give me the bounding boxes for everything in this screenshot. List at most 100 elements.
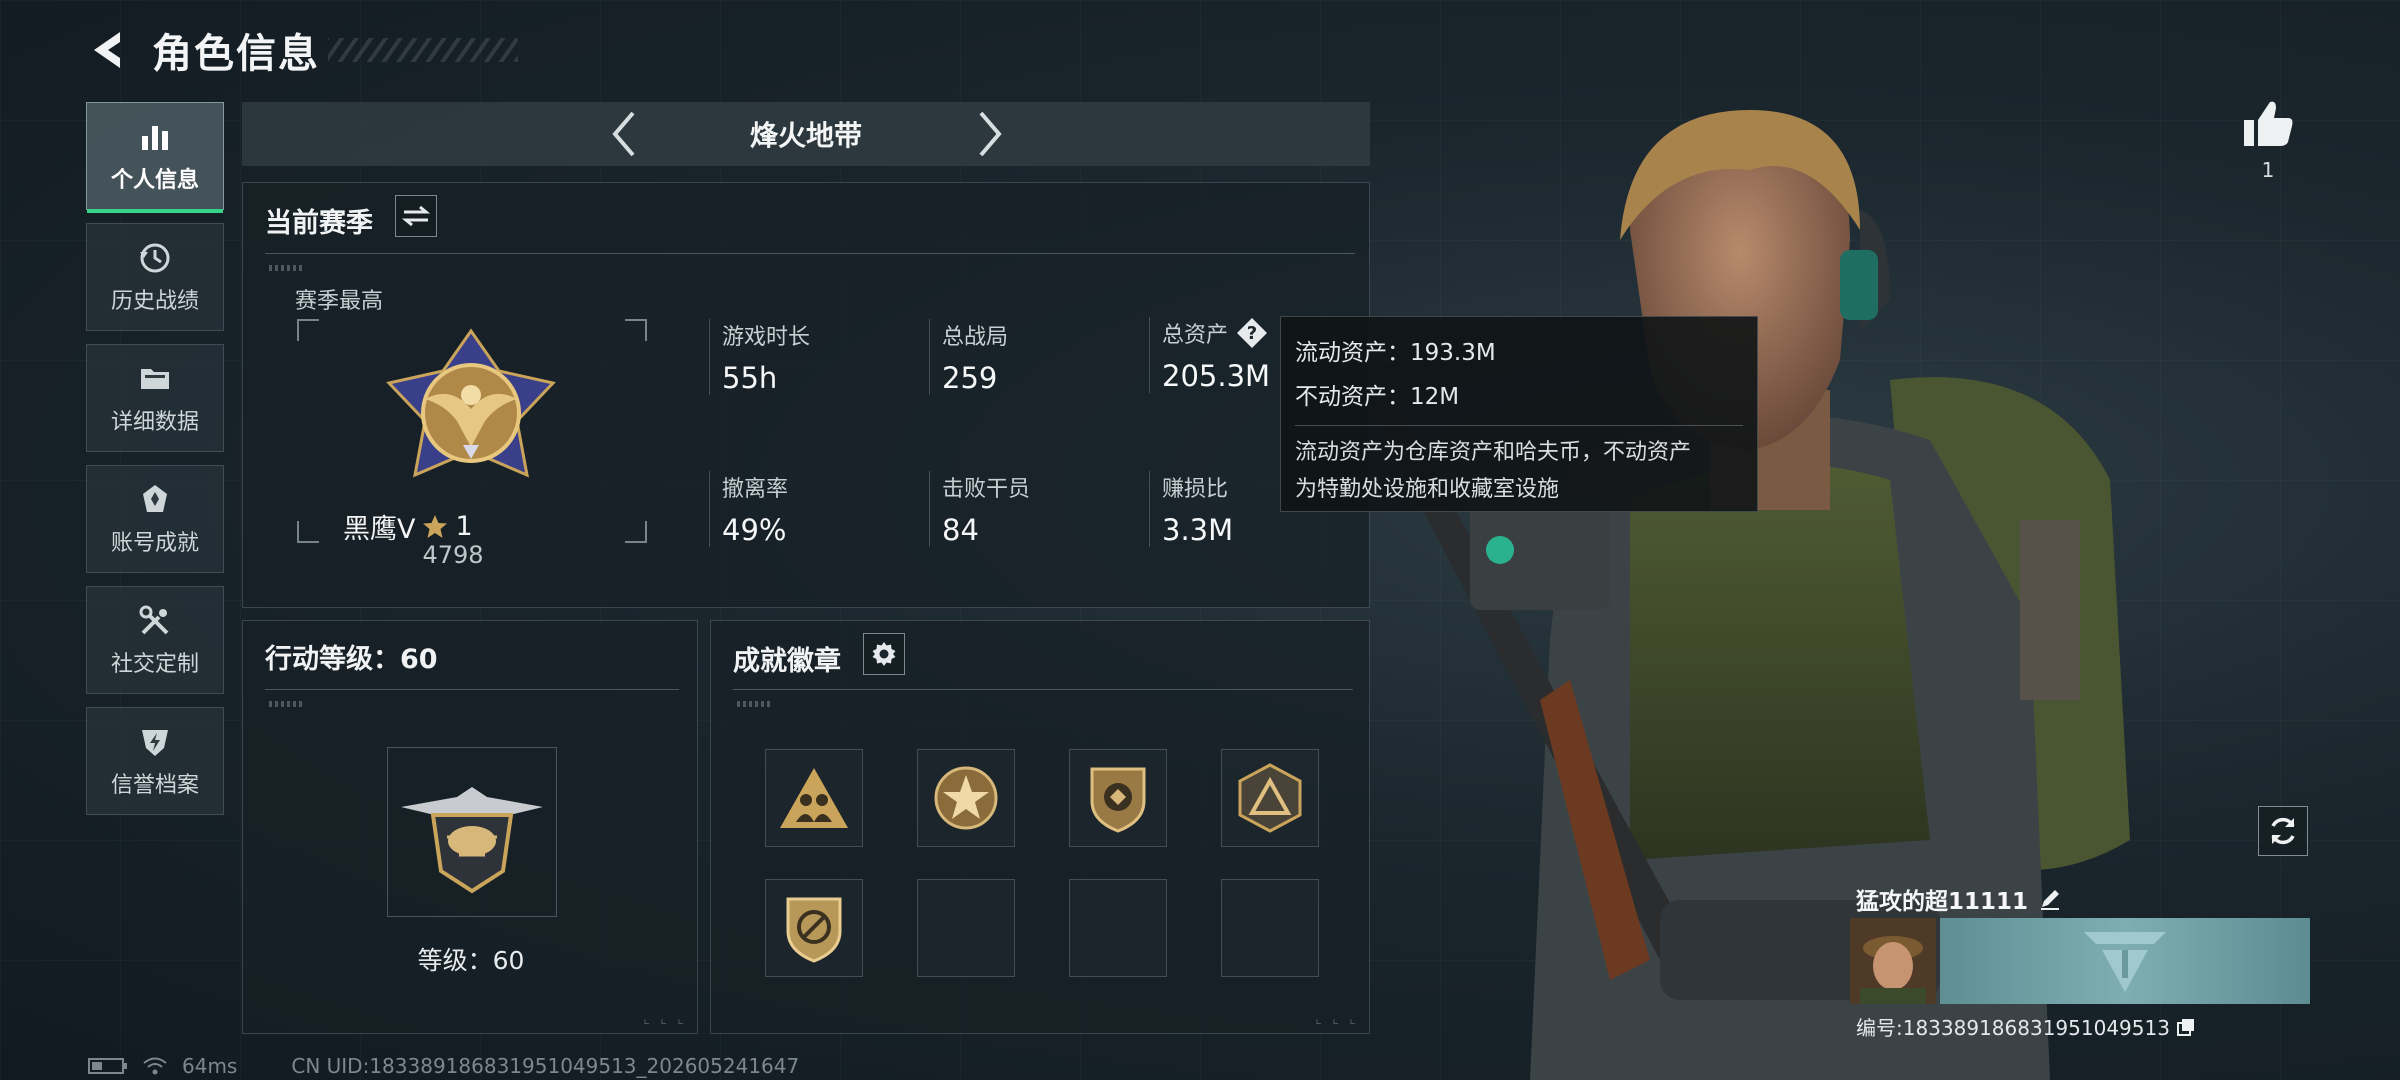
nav-label: 社交定制 [110,652,199,677]
chevron-left-icon [612,111,635,157]
tooltip-liquid-assets: 流动资产：193.3M [1295,340,1496,366]
stat-label: 游戏时长 [722,325,811,350]
nav-label: 账号成就 [110,531,199,556]
badge-slot[interactable] [1221,749,1319,847]
badge-star-icon [934,766,998,830]
season-title: 当前赛季 [265,208,373,239]
decoration [269,265,305,271]
stat-total-matches: 总战局 259 [929,319,1008,395]
stat-label: 总战局 [942,325,1009,350]
stat-label-row: 总资产 ? [1162,317,1270,349]
nav-item-personal-info[interactable]: 个人信息 [86,102,224,213]
back-arrow-icon [94,32,120,68]
player-banner [1940,918,2310,1004]
badge-slot[interactable] [765,749,863,847]
tooltip-desc-line1: 流动资产为仓库资产和哈夫币，不动资产 [1295,440,1692,465]
battery-icon [88,1058,127,1074]
rank-stars: 1 [455,511,473,542]
ping-text: 64ms [182,1054,238,1078]
frame-corner [297,319,319,341]
nav-item-account-achievements[interactable]: 账号成就 [86,465,224,573]
nav-label: 历史战绩 [110,289,199,314]
stat-value: 55h [722,361,778,395]
decoration: ⌞ ⌞ ⌞ [1315,1011,1359,1027]
chevron-right-icon [979,111,1002,157]
status-bar: 64ms CN UID:18338918683195104951​3_20260… [88,1054,799,1078]
rank-emblem-icon [386,328,556,478]
mode-title: 烽火地带 [749,119,862,152]
player-name: 猛攻的超11111 [1856,889,2029,915]
mode-prev-button[interactable] [602,106,646,162]
badge-slot[interactable] [765,879,863,977]
like-button[interactable] [2240,96,2296,152]
badges-panel: 成就徽章 ⌞ ⌞ ⌞ [710,620,1370,1034]
copy-icon[interactable] [2176,1017,2196,1037]
mode-selector: 烽火地带 [242,102,1370,166]
tools-icon [136,602,174,640]
divider [733,689,1353,690]
frame-corner [625,521,647,543]
badge-no-weapon-icon [786,897,842,963]
bar-chart-icon [136,118,174,156]
assets-tooltip: 流动资产：193.3M 不动资产：12M 流动资产为仓库资产和哈夫币，不动资产 … [1280,316,1758,512]
stat-label: 撤离率 [722,477,789,502]
help-icon[interactable]: ? [1236,317,1268,349]
frame-corner [297,521,319,543]
back-button[interactable] [84,28,128,72]
divider [265,253,1355,254]
badge-shield-arrows-icon [1090,767,1146,833]
avatar[interactable] [1850,918,1936,1004]
level-text: 等级：60 [417,946,525,975]
mode-next-button[interactable] [968,106,1012,162]
badge-slot-empty[interactable] [917,879,1015,977]
stat-total-assets: 总资产 ? 205.3M [1149,317,1270,393]
tooltip-divider [1295,425,1743,426]
badge-slot[interactable] [917,749,1015,847]
thumbs-up-icon [2244,101,2293,146]
rank-score: 4798 [422,541,484,569]
helicopter-emblem-icon [401,787,543,894]
nav-label: 信誉档案 [110,773,199,798]
stat-label: 总资产 [1162,323,1229,348]
refresh-icon [2271,817,2295,845]
nav-item-detail-data[interactable]: 详细数据 [86,344,224,452]
nav-item-reputation[interactable]: 信誉档案 [86,707,224,815]
stat-value: 3.3M [1162,513,1234,547]
gear-icon [872,642,896,666]
player-id: 编号:1833891868319510495​13 [1856,1016,2170,1040]
delta-logo-icon [2084,932,2166,992]
nav-item-history[interactable]: 历史战绩 [86,223,224,331]
season-panel: 当前赛季 赛季最高 黑鹰V 1 4798 游戏时长 55h 总战局 259 总资… [242,182,1370,608]
stat-extract-rate: 撤离率 49% [709,471,788,547]
tooltip-fixed-assets: 不动资产：12M [1295,384,1460,410]
stat-play-time: 游戏时长 55h [709,319,810,395]
frame-corner [625,319,647,341]
nav-label: 个人信息 [110,168,199,193]
refresh-button[interactable] [2258,806,2308,856]
side-nav: 个人信息 历史战绩 详细数据 账号成就 社交定制 信誉档案 [86,102,224,828]
decoration [269,701,305,707]
stat-value: 49% [722,513,787,547]
shield-icon [136,723,174,761]
title-decoration [328,38,518,62]
wifi-icon [143,1057,167,1075]
badge-triangle-icon [1238,763,1302,833]
divider [265,689,679,690]
badges-settings-button[interactable] [863,633,905,675]
page-title: 角色信息 [152,31,320,77]
badge-slot-empty[interactable] [1221,879,1319,977]
stat-profit-ratio: 赚损比 3.3M [1149,471,1233,547]
badge-slot-empty[interactable] [1069,879,1167,977]
badges-title: 成就徽章 [733,646,841,677]
season-switch-button[interactable] [395,195,437,237]
player-card: 猛攻的超11111 编号:1833891868319510495​13 [1850,876,2310,1040]
swap-arrows-icon [402,205,430,227]
decoration [737,701,773,707]
stat-label: 击败干员 [942,477,1031,502]
stat-value: 259 [942,361,998,395]
action-level-panel: 行动等级：60 等级：60 ⌞ ⌞ ⌞ [242,620,698,1034]
badge-slot[interactable] [1069,749,1167,847]
like-count: 1 [2261,158,2275,182]
nav-item-social-customize[interactable]: 社交定制 [86,586,224,694]
edit-pencil-icon[interactable] [2038,887,2062,911]
